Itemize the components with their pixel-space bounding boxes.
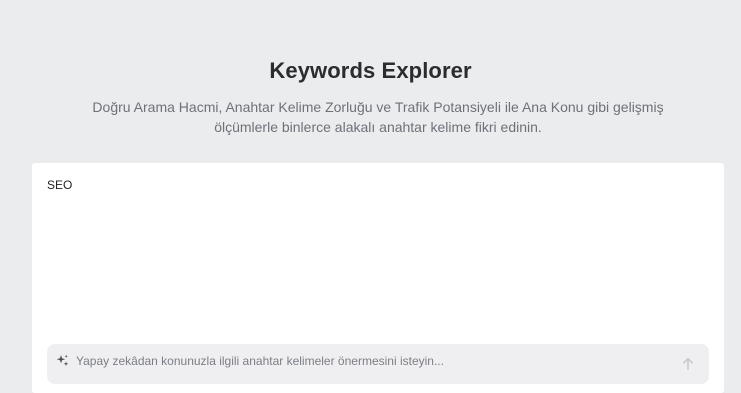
sparkle-icon (56, 354, 69, 367)
page-subtitle: Doğru Arama Hacmi, Anahtar Kelime Zorluğ… (92, 99, 664, 135)
keywords-textarea[interactable] (47, 178, 697, 328)
send-button[interactable] (677, 352, 699, 374)
ai-prompt-input[interactable] (76, 351, 666, 371)
keyword-input-card (32, 163, 724, 393)
arrow-up-icon (682, 357, 694, 370)
ai-suggestion-bar (47, 344, 709, 384)
page-title: Keywords Explorer (269, 58, 472, 83)
